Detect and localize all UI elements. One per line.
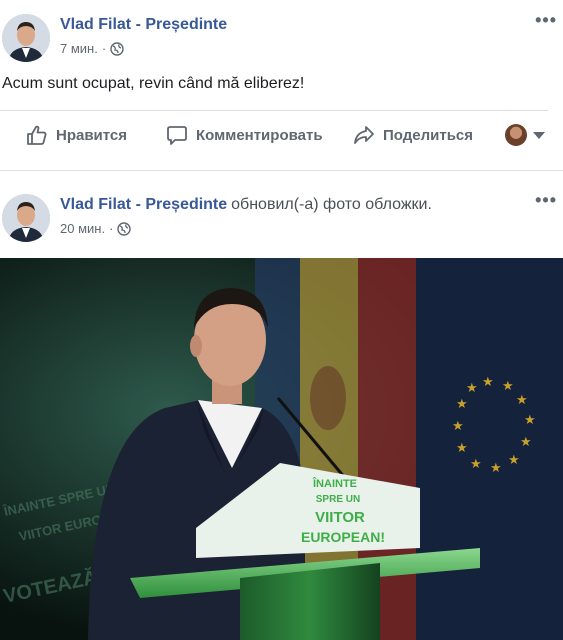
svg-text:★: ★: [456, 441, 468, 456]
svg-text:★: ★: [490, 461, 502, 476]
more-options-button[interactable]: •••: [535, 10, 557, 31]
comment-label: Комментировать: [196, 126, 323, 144]
cover-photo-post: Vlad Filat - Președinte обновил(-а) фото …: [0, 178, 563, 640]
post-meta: 7 мин. ·: [60, 41, 124, 56]
author-name[interactable]: Vlad Filat - Președinte обновил(-а) фото …: [60, 196, 432, 214]
chevron-down-icon: [533, 131, 545, 139]
comment-button[interactable]: Комментировать: [166, 124, 323, 146]
svg-text:★: ★: [524, 413, 536, 428]
user-avatar: [505, 124, 527, 146]
post-action-text: обновил(-а) фото обложки.: [231, 196, 432, 213]
svg-text:★: ★: [456, 397, 468, 412]
podium-slogan-1: ÎNAINTE: [312, 477, 357, 490]
status-post: Vlad Filat - Președinte 7 мин. · ••• Acu…: [0, 0, 563, 170]
svg-text:★: ★: [470, 457, 482, 472]
podium-slogan-3: VIITOR: [315, 509, 365, 526]
svg-text:★: ★: [482, 375, 494, 390]
post-text: Acum sunt ocupat, revin când mă eliberez…: [2, 75, 305, 92]
author-name[interactable]: Vlad Filat - Președinte: [60, 16, 227, 34]
share-label: Поделиться: [383, 126, 474, 144]
like-label: Нравится: [56, 126, 128, 144]
feed-separator: [0, 170, 563, 178]
post-meta: 20 мин. ·: [60, 221, 132, 236]
comment-icon: [167, 126, 187, 145]
author-avatar[interactable]: [2, 14, 50, 62]
share-arrow-icon: [354, 126, 374, 144]
divider: [0, 110, 548, 111]
timestamp[interactable]: 7 мин.: [60, 41, 98, 56]
svg-text:★: ★: [466, 381, 478, 396]
globe-icon[interactable]: [117, 221, 132, 236]
thumbs-up-icon: [27, 125, 47, 145]
svg-text:★: ★: [516, 393, 528, 408]
post-actions-bar: Нравится Комментировать Поделиться: [0, 112, 563, 158]
svg-text:★: ★: [520, 435, 532, 450]
like-button[interactable]: Нравится: [26, 124, 127, 146]
svg-text:★: ★: [452, 419, 464, 434]
podium-slogan-2: SPRE UN: [316, 494, 360, 505]
timestamp[interactable]: 20 мин.: [60, 221, 105, 236]
svg-text:★: ★: [502, 379, 514, 394]
cover-photo[interactable]: ★ ★ ★ ★ ★ ★ ★ ★ ★ ★ ★ ★ ÎNAINTE SPRE UN …: [0, 258, 563, 640]
author-avatar[interactable]: [2, 194, 50, 242]
globe-icon[interactable]: [110, 41, 124, 56]
post-as-selector[interactable]: [505, 124, 545, 146]
more-options-button[interactable]: •••: [535, 190, 557, 211]
share-button[interactable]: Поделиться: [353, 124, 473, 146]
podium-slogan-4: EUROPEAN!: [301, 529, 385, 545]
svg-text:★: ★: [508, 453, 520, 468]
